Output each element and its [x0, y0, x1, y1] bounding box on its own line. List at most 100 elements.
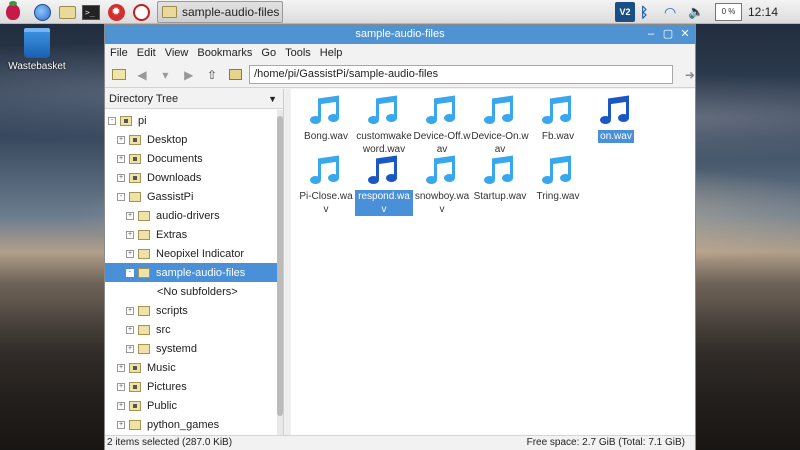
tree-expander[interactable]: +	[117, 382, 125, 391]
tree-item-documents[interactable]: + Documents	[105, 149, 277, 168]
tree-item-gassistpi[interactable]: - GassistPi	[105, 187, 277, 206]
file-item[interactable]: Startup.wav	[471, 155, 529, 203]
web-browser-icon[interactable]	[32, 2, 52, 22]
menu-go[interactable]: Go	[261, 47, 276, 59]
file-item[interactable]: Bong.wav	[297, 95, 355, 143]
tree-expander[interactable]: -	[108, 116, 116, 125]
tree-expander[interactable]: +	[117, 401, 125, 410]
audio-file-icon	[367, 95, 401, 127]
scrollbar-thumb[interactable]	[277, 116, 283, 416]
menu-help[interactable]: Help	[320, 47, 343, 59]
tree-item-scripts[interactable]: + scripts	[105, 301, 277, 320]
terminal-icon[interactable]: >_	[81, 2, 101, 22]
mathematica-icon[interactable]	[131, 2, 151, 22]
forward-arrow-icon: ▶	[184, 67, 194, 82]
tree-item-public[interactable]: + Public	[105, 396, 277, 415]
back-button[interactable]: ◀	[132, 65, 151, 85]
pictures-folder-icon	[129, 381, 141, 392]
tree-item-python-games[interactable]: + python_games	[105, 415, 277, 434]
file-item-selected[interactable]: respond.wav	[355, 155, 413, 216]
chevron-down-icon: ▾	[162, 67, 169, 82]
menu-edit[interactable]: Edit	[137, 47, 156, 59]
file-item[interactable]: Tring.wav	[529, 155, 587, 203]
file-manager-icon[interactable]	[57, 2, 77, 22]
tree-item-systemd[interactable]: + systemd	[105, 339, 277, 358]
file-name: Pi-Close.wav	[299, 191, 353, 215]
pane-splitter[interactable]	[285, 89, 290, 435]
home-button[interactable]	[226, 65, 245, 85]
tree-expander[interactable]: -	[117, 192, 125, 201]
minimize-icon[interactable]: –	[645, 28, 657, 40]
tree-item-label: Neopixel Indicator	[156, 247, 245, 260]
bluetooth-icon[interactable]: ᛒ	[640, 0, 648, 24]
tree-expander[interactable]: +	[126, 249, 134, 258]
volume-icon[interactable]: 🔈	[688, 0, 704, 24]
file-item[interactable]: Device-Off.wav	[413, 95, 471, 156]
tree-item-music[interactable]: + Music	[105, 358, 277, 377]
menubar: File Edit View Bookmarks Go Tools Help	[105, 44, 695, 62]
up-button[interactable]: ⇧	[202, 65, 221, 85]
tree-expander[interactable]: +	[117, 420, 125, 429]
audio-file-icon	[599, 95, 633, 127]
tree-expander[interactable]: +	[126, 306, 134, 315]
file-item[interactable]: Fb.wav	[529, 95, 587, 143]
tree-item-label: <No subfolders>	[157, 285, 238, 298]
tree-expander[interactable]: +	[117, 363, 125, 372]
menu-view[interactable]: View	[165, 47, 189, 59]
tree-item-extras[interactable]: + Extras	[105, 225, 277, 244]
file-name: customwakeword.wav	[356, 131, 412, 155]
menu-tools[interactable]: Tools	[285, 47, 311, 59]
close-icon[interactable]: ✕	[679, 28, 691, 40]
tree-item-pi[interactable]: - pi	[105, 111, 277, 130]
tree-expander[interactable]: +	[126, 344, 134, 353]
file-name: respond.wav	[355, 190, 413, 216]
file-item[interactable]: Device-On.wav	[471, 95, 529, 156]
side-pane-title: Directory Tree	[109, 93, 179, 105]
file-item[interactable]: Pi-Close.wav	[297, 155, 355, 216]
back-arrow-icon: ◀	[137, 67, 147, 82]
menu-bookmarks[interactable]: Bookmarks	[197, 47, 252, 59]
tree-item-label: Desktop	[147, 133, 188, 146]
file-item[interactable]: customwakeword.wav	[355, 95, 413, 156]
tree-item-audio-drivers[interactable]: + audio-drivers	[105, 206, 277, 225]
menu-file[interactable]: File	[110, 47, 128, 59]
history-dropdown-button[interactable]: ▾	[156, 65, 175, 85]
path-input[interactable]: /home/pi/GassistPi/sample-audio-files	[249, 65, 673, 84]
audio-file-icon	[483, 95, 517, 127]
tree-item-sample-audio-files[interactable]: - sample-audio-files	[105, 263, 277, 282]
tree-expander[interactable]: +	[126, 325, 134, 334]
wolfram-icon[interactable]: ✹	[106, 2, 126, 22]
tree-expander[interactable]: +	[117, 135, 125, 144]
tree-item-downloads[interactable]: + Downloads	[105, 168, 277, 187]
cpu-monitor[interactable]: 0 %	[715, 3, 742, 21]
clock[interactable]: 12:14	[748, 0, 778, 24]
taskbar-window-button[interactable]: sample-audio-files	[157, 1, 283, 23]
tree-item-desktop[interactable]: + Desktop	[105, 130, 277, 149]
directory-tree-panel: Directory Tree ▼ - pi + Desktop + Docume	[105, 89, 284, 435]
file-name: Fb.wav	[541, 131, 575, 142]
folder-icon	[162, 6, 177, 18]
wifi-icon[interactable]: ◠	[664, 0, 676, 24]
tree-expander[interactable]: -	[126, 268, 134, 277]
forward-button[interactable]: ▶	[179, 65, 198, 85]
window-titlebar[interactable]: sample-audio-files – ▢ ✕	[105, 25, 695, 44]
new-tab-button[interactable]	[109, 65, 128, 85]
tree-item-pictures[interactable]: + Pictures	[105, 377, 277, 396]
desktop-wastebasket[interactable]: Wastebasket	[6, 28, 68, 72]
tree-expander[interactable]: +	[126, 230, 134, 239]
go-jump-icon[interactable]: ➜	[685, 68, 695, 82]
tree-item-src[interactable]: + src	[105, 320, 277, 339]
file-item-selected[interactable]: on.wav	[587, 95, 645, 143]
tree-expander[interactable]: +	[117, 173, 125, 182]
file-item[interactable]: snowboy.wav	[413, 155, 471, 216]
tree-item-neopixel-indicator[interactable]: + Neopixel Indicator	[105, 244, 277, 263]
tree-expander[interactable]: +	[126, 211, 134, 220]
raspberry-menu-icon[interactable]	[3, 1, 23, 22]
vnc-icon[interactable]: V2	[615, 0, 635, 24]
file-view: Bong.wav customwakeword.wav Device-Off.w…	[291, 89, 695, 435]
tree-expander[interactable]: +	[117, 154, 125, 163]
status-bar: 2 items selected (287.0 KiB) Free space:…	[105, 435, 695, 450]
tree-scrollbar[interactable]	[277, 110, 283, 435]
side-pane-selector[interactable]: Directory Tree ▼	[105, 89, 283, 109]
maximize-icon[interactable]: ▢	[662, 28, 674, 40]
